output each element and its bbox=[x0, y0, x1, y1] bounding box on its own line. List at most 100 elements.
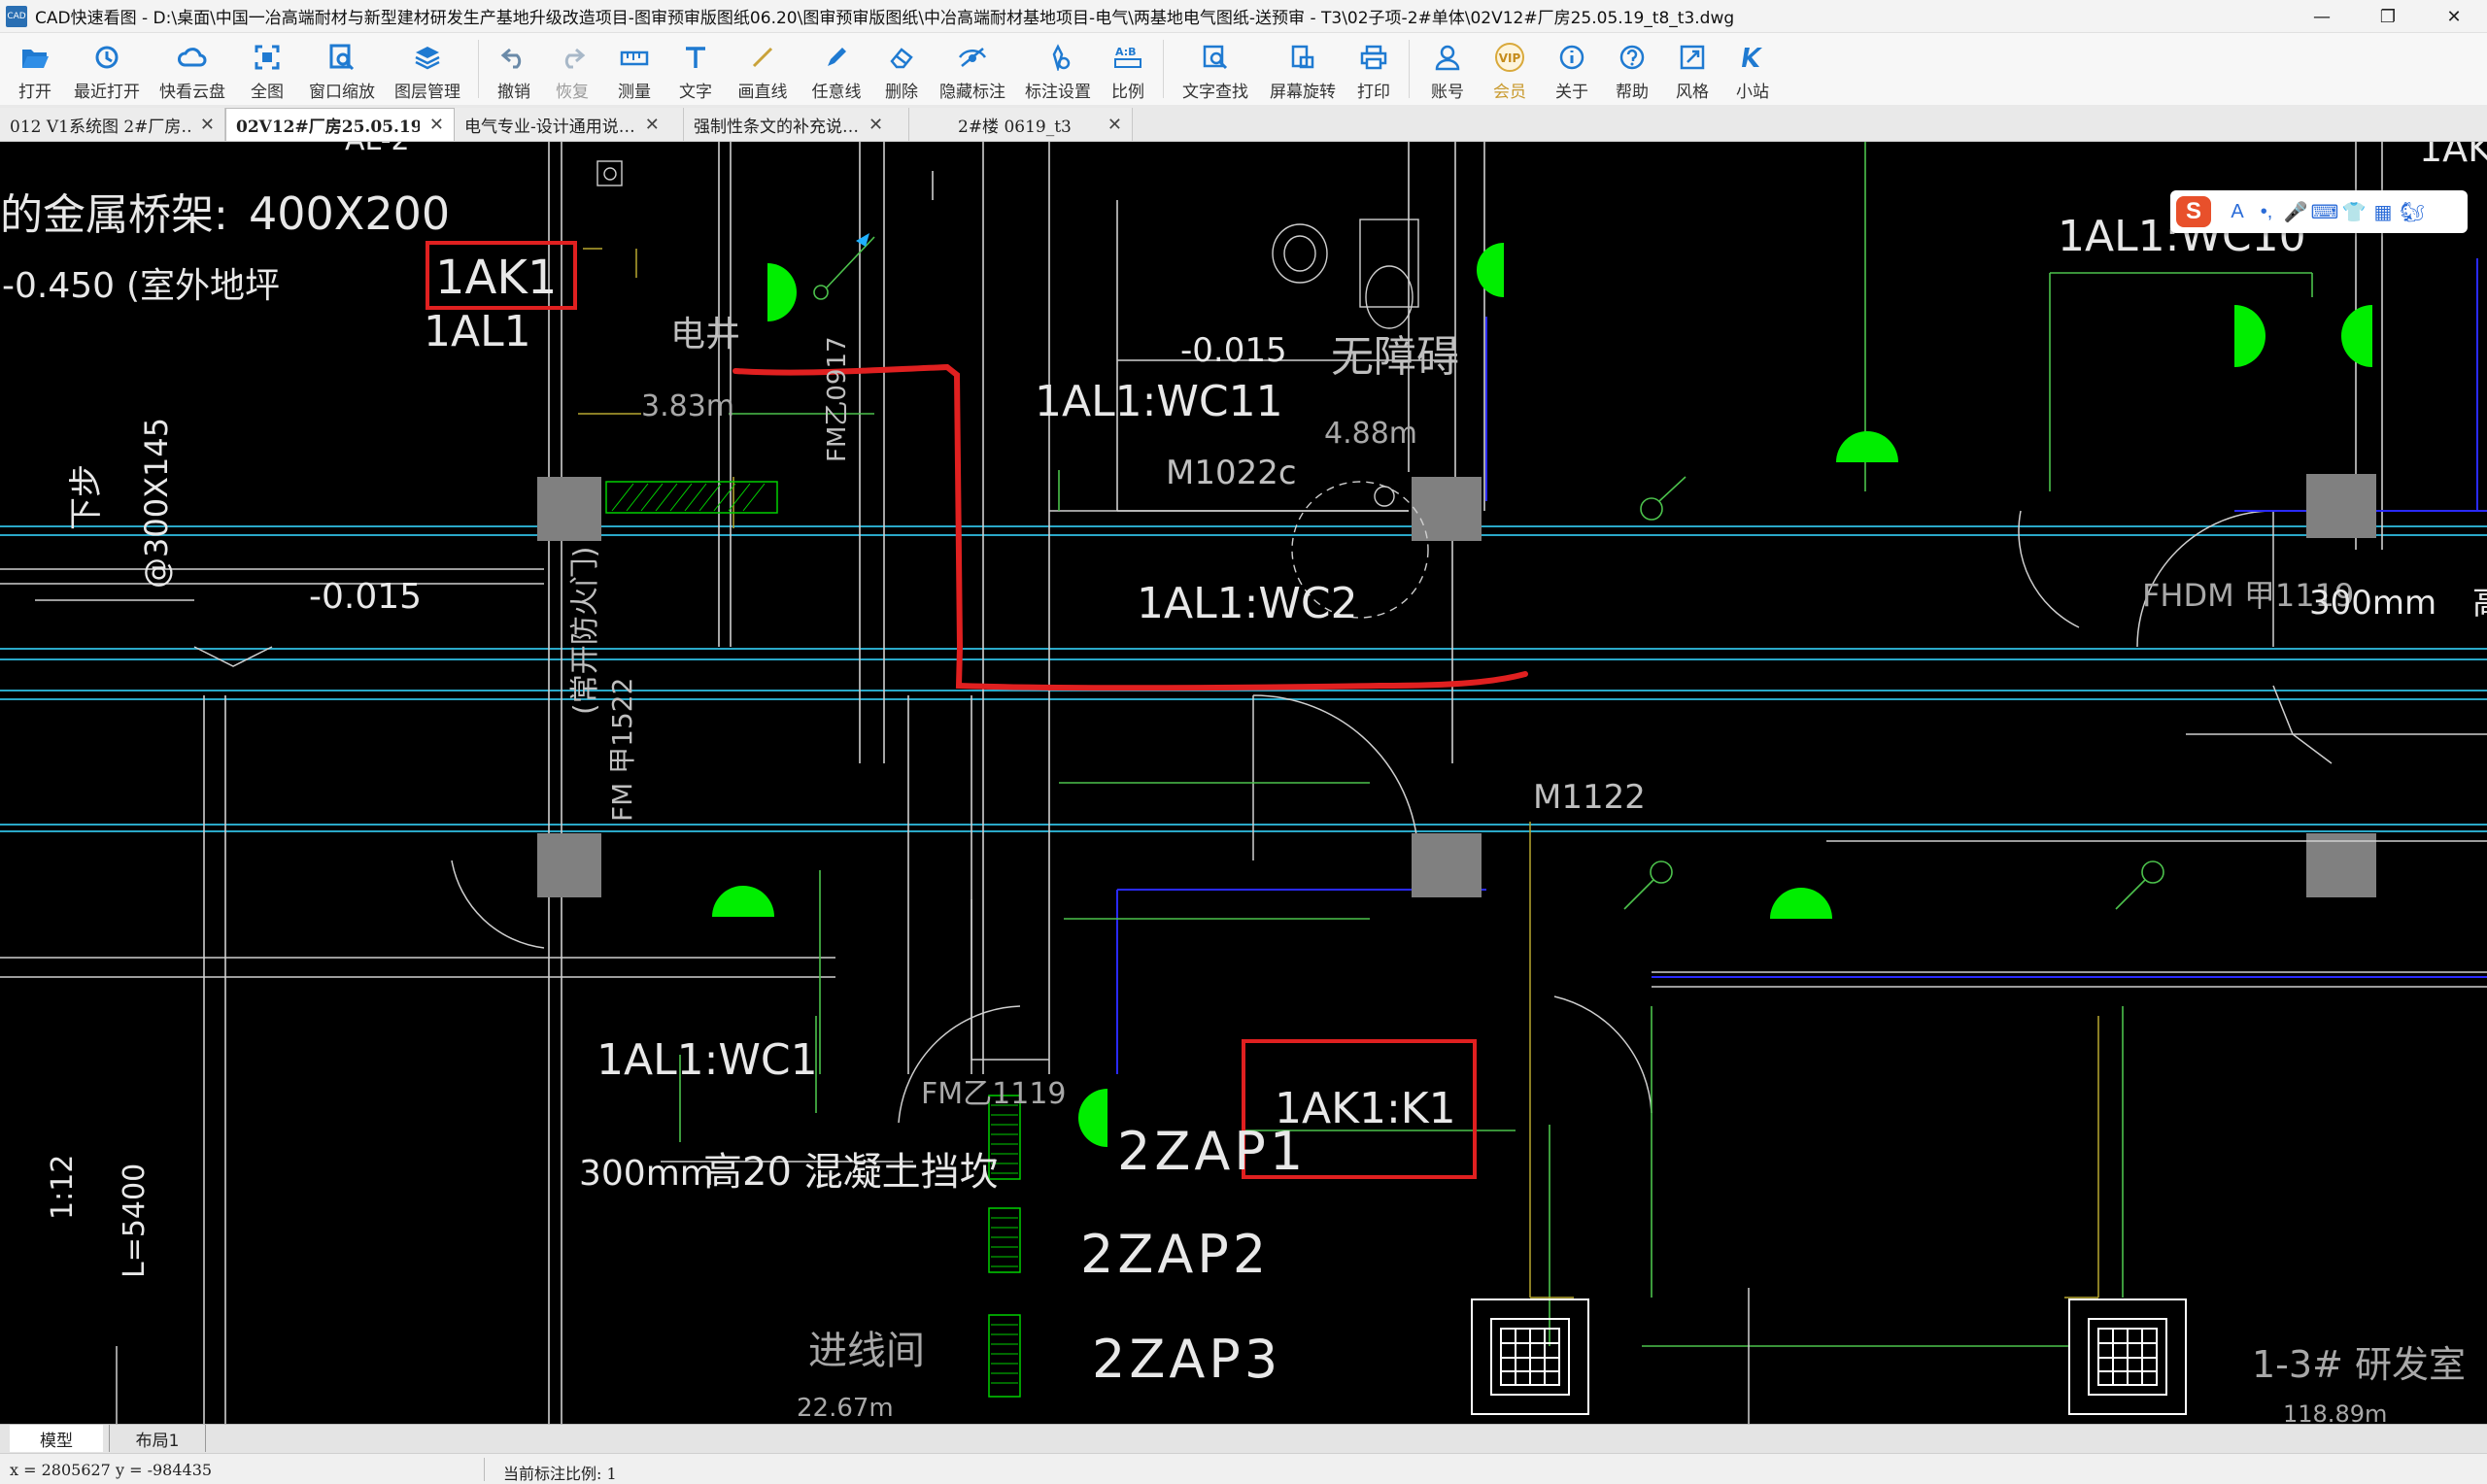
undo-label: 撤销 bbox=[497, 83, 530, 102]
close-icon[interactable]: ✕ bbox=[429, 115, 444, 135]
account-icon bbox=[1431, 41, 1464, 74]
yellow-lines bbox=[578, 248, 2099, 1298]
svg-text:A:B: A:B bbox=[1115, 46, 1137, 58]
window-zoom-button[interactable]: 窗口缩放 bbox=[299, 33, 385, 105]
line-label: 画直线 bbox=[737, 83, 788, 102]
ime-mascot-icon[interactable]: 🐿 bbox=[2398, 197, 2427, 226]
undo-icon bbox=[497, 41, 530, 74]
account-button[interactable]: 账号 bbox=[1417, 33, 1478, 105]
close-icon[interactable]: ✕ bbox=[645, 115, 660, 135]
tab-system-diagram[interactable]: 012 V1系统图 2#厂房… ✕ bbox=[0, 108, 225, 141]
drawing-text: @300X145 bbox=[138, 418, 175, 589]
annotation-settings-button[interactable]: 标注设置 bbox=[1015, 33, 1101, 105]
text-search-label: 文字查找 bbox=[1182, 83, 1248, 102]
drawing-text: -0.450 bbox=[2, 266, 115, 306]
close-icon[interactable]: ✕ bbox=[1107, 115, 1122, 135]
recent-button[interactable]: 最近打开 bbox=[64, 33, 150, 105]
text-search-button[interactable]: 文字查找 bbox=[1172, 33, 1259, 105]
ime-punctuation-icon[interactable]: •, bbox=[2252, 197, 2281, 226]
measure-button[interactable]: 测量 bbox=[603, 33, 665, 105]
fullview-button[interactable]: 全图 bbox=[235, 33, 299, 105]
column bbox=[1412, 833, 1482, 897]
tab-layout1[interactable]: 布局1 bbox=[109, 1425, 206, 1452]
tab-label: 012 V1系统图 2#厂房… bbox=[10, 117, 190, 137]
undo-button[interactable]: 撤销 bbox=[487, 33, 541, 105]
line-button[interactable]: 画直线 bbox=[726, 33, 800, 105]
drawing-text: 1:12 bbox=[46, 1155, 80, 1220]
close-icon[interactable]: ✕ bbox=[200, 115, 215, 135]
column bbox=[537, 833, 601, 897]
redo-label: 恢复 bbox=[556, 83, 589, 102]
fullview-icon bbox=[251, 41, 284, 74]
sogou-logo-icon[interactable]: S bbox=[2176, 196, 2211, 227]
text-button[interactable]: 文字 bbox=[665, 33, 726, 105]
print-button[interactable]: 打印 bbox=[1346, 33, 1401, 105]
tab-model[interactable]: 模型 bbox=[10, 1425, 103, 1452]
delete-label: 删除 bbox=[885, 83, 918, 102]
drawing-text: 300mm bbox=[579, 1154, 714, 1194]
scale-button[interactable]: A:B 比例 bbox=[1101, 33, 1155, 105]
drawing-text: 1AK1 bbox=[435, 251, 557, 305]
hide-annotation-label: 隐藏标注 bbox=[939, 83, 1005, 102]
layers-button[interactable]: 图层管理 bbox=[385, 33, 470, 105]
cloud-label: 快看云盘 bbox=[159, 83, 225, 102]
vip-button[interactable]: VIP 会员 bbox=[1478, 33, 1542, 105]
ime-voice-icon[interactable]: 🎤 bbox=[2281, 197, 2310, 226]
drawing-text: -0.015 bbox=[309, 577, 422, 617]
freehand-button[interactable]: 任意线 bbox=[800, 33, 873, 105]
station-button[interactable]: 小站 bbox=[1722, 33, 1783, 105]
drawing-text: M1122 bbox=[1533, 778, 1646, 817]
ceiling-light-icon bbox=[1836, 431, 1898, 462]
close-window-button[interactable]: ✕ bbox=[2421, 0, 2487, 33]
ime-keyboard-icon[interactable]: ⌨ bbox=[2310, 197, 2339, 226]
wall-light-icon bbox=[1078, 1089, 1107, 1147]
cad-viewer-window: CAD CAD快速看图 - D:\桌面\中国一冶高端耐材与新型建材研发生产基地升… bbox=[0, 0, 2487, 1484]
restore-button[interactable]: ❐ bbox=[2355, 0, 2421, 33]
drawing-text: 3.83m bbox=[641, 389, 734, 423]
minimize-button[interactable]: — bbox=[2289, 0, 2355, 33]
ime-apps-icon[interactable]: ▦ bbox=[2368, 197, 2398, 226]
ime-skin-icon[interactable]: 👕 bbox=[2339, 197, 2368, 226]
style-button[interactable]: 风格 bbox=[1662, 33, 1722, 105]
recent-icon bbox=[90, 41, 123, 74]
drawing-text: AL-2 bbox=[345, 142, 410, 157]
style-label: 风格 bbox=[1676, 83, 1709, 102]
about-button[interactable]: 关于 bbox=[1542, 33, 1602, 105]
print-icon bbox=[1357, 41, 1390, 74]
cloud-button[interactable]: 快看云盘 bbox=[150, 33, 235, 105]
tab-design-notes[interactable]: 电气专业-设计通用说… ✕ bbox=[455, 108, 684, 141]
redo-icon bbox=[556, 41, 589, 74]
rotate-screen-button[interactable]: 屏幕旋转 bbox=[1259, 33, 1346, 105]
drawing-text: 118.89m bbox=[2283, 1400, 2387, 1424]
redo-button[interactable]: 恢复 bbox=[541, 33, 603, 105]
open-button[interactable]: 打开 bbox=[6, 33, 64, 105]
drawing-text: -0.015 bbox=[1180, 331, 1287, 370]
ime-font-icon[interactable]: A bbox=[2223, 197, 2252, 226]
layers-label: 图层管理 bbox=[394, 83, 460, 102]
close-icon[interactable]: ✕ bbox=[869, 115, 883, 135]
text-label: 文字 bbox=[679, 83, 712, 102]
drawing-canvas[interactable]: 的金属桥架: 400X200 -0.450 (室外地坪 1AK1 1AL1 电井… bbox=[0, 142, 2487, 1424]
column bbox=[2306, 833, 2376, 897]
svg-text:VIP: VIP bbox=[1499, 51, 1521, 65]
wall-light-icon bbox=[2234, 305, 2266, 367]
ceiling-light-icon bbox=[712, 886, 774, 917]
switch-symbols bbox=[813, 236, 2164, 910]
layout-tabs: 模型 布局1 bbox=[0, 1424, 2487, 1453]
help-button[interactable]: 帮助 bbox=[1602, 33, 1662, 105]
tab-building-2[interactable]: 2#楼 0619_t3 ✕ bbox=[909, 108, 1133, 141]
delete-button[interactable]: 删除 bbox=[873, 33, 930, 105]
title-bar: CAD CAD快速看图 - D:\桌面\中国一冶高端耐材与新型建材研发生产基地升… bbox=[0, 0, 2487, 33]
drawing-text: 300mm bbox=[2309, 584, 2436, 623]
ac-units bbox=[1471, 1298, 2187, 1415]
tab-current-drawing[interactable]: 02V12#厂房25.05.19_… ✕ bbox=[225, 108, 455, 141]
hide-annotation-button[interactable]: 隐藏标注 bbox=[930, 33, 1015, 105]
cloud-icon bbox=[176, 41, 209, 74]
ime-toolbar: S A •, 🎤 ⌨ 👕 ▦ 🐿 bbox=[2170, 190, 2468, 233]
style-icon bbox=[1676, 41, 1709, 74]
drawing-text: 2ZAP2 bbox=[1080, 1224, 1270, 1285]
drawing-text: L=5400 bbox=[118, 1164, 152, 1278]
cad-drawing: 的金属桥架: 400X200 -0.450 (室外地坪 1AK1 1AL1 电井… bbox=[0, 142, 2487, 1424]
info-icon bbox=[1555, 41, 1588, 74]
tab-mandatory-clauses[interactable]: 强制性条文的补充说… ✕ bbox=[684, 108, 909, 141]
